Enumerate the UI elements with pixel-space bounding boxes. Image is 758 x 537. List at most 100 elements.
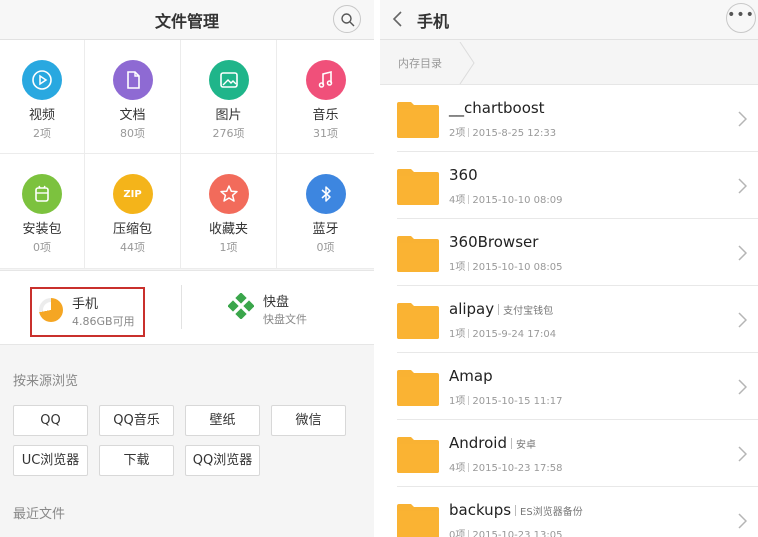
chevron-right-icon <box>738 379 747 395</box>
folder-name-line: 360 <box>449 166 478 184</box>
folder-count: 4项 <box>449 463 466 474</box>
star-icon <box>208 174 249 214</box>
chevron-right-icon <box>738 446 747 462</box>
folder-date: 2015-10-10 08:09 <box>472 195 563 206</box>
storage-pie-icon <box>39 298 63 322</box>
source-qq[interactable]: QQ <box>13 405 88 436</box>
folder-date: 2015-9-24 17:04 <box>472 329 557 340</box>
folder-row[interactable]: backups ES浏览器备份 0项 2015-10-23 13:05 <box>380 487 758 537</box>
folder-name-line: __chartboost <box>449 99 545 117</box>
category-document[interactable]: 文档 80项 <box>85 40 181 154</box>
folder-name: Android <box>449 434 507 452</box>
meta-divider <box>468 262 470 271</box>
meta-divider <box>468 128 470 137</box>
folder-date: 2015-10-23 13:05 <box>472 530 563 537</box>
search-button[interactable] <box>333 5 361 33</box>
folder-name-line: 360Browser <box>449 233 538 251</box>
folder-count: 1项 <box>449 329 466 340</box>
document-icon <box>112 60 153 100</box>
breadcrumb-separator-icon <box>459 42 475 84</box>
phone-storage[interactable]: 手机 4.86GB可用 <box>30 287 145 337</box>
music-icon <box>305 60 346 100</box>
folder-count: 4项 <box>449 195 466 206</box>
folder-row[interactable]: Android 安卓 4项 2015-10-23 17:58 <box>380 420 758 487</box>
chevron-right-icon <box>738 178 747 194</box>
folder-date: 2015-10-23 17:58 <box>472 463 563 474</box>
folder-row[interactable]: 360 4项 2015-10-10 08:09 <box>380 152 758 219</box>
package-icon <box>22 174 62 214</box>
category-package[interactable]: 安装包 0项 <box>0 154 85 269</box>
folder-row[interactable]: alipay 支付宝钱包 1项 2015-9-24 17:04 <box>380 286 758 353</box>
folder-meta: 0项 2015-10-23 13:05 <box>449 526 563 537</box>
play-icon <box>22 60 62 100</box>
folder-name: __chartboost <box>449 99 545 117</box>
category-video[interactable]: 视频 2项 <box>0 40 85 154</box>
folder-name: 360 <box>449 166 478 184</box>
category-label: 文档 <box>119 108 146 123</box>
folder-meta: 1项 2015-9-24 17:04 <box>449 325 556 340</box>
source-qq-music[interactable]: QQ音乐 <box>99 405 174 436</box>
chevron-right-icon <box>738 245 747 261</box>
folder-tag: 支付宝钱包 <box>503 306 554 317</box>
folder-name: alipay <box>449 300 495 318</box>
source-download[interactable]: 下载 <box>99 445 174 476</box>
folder-count: 2项 <box>449 128 466 139</box>
source-wechat[interactable]: 微信 <box>271 405 346 436</box>
meta-divider <box>468 530 470 537</box>
source-uc-browser[interactable]: UC浏览器 <box>13 445 88 476</box>
tag-divider <box>515 505 517 516</box>
category-count: 0项 <box>316 241 335 254</box>
category-grid: 视频 2项 文档 80项 图片 276项 音乐 31项 安装包 0项 ZIP 压… <box>0 40 374 269</box>
folder-icon <box>397 236 439 272</box>
meta-divider <box>468 329 470 338</box>
category-image[interactable]: 图片 276项 <box>181 40 277 154</box>
folder-icon <box>397 504 439 537</box>
back-arrow-icon[interactable] <box>390 9 406 29</box>
meta-divider <box>468 396 470 405</box>
folder-count: 1项 <box>449 262 466 273</box>
chevron-right-icon <box>738 111 747 127</box>
category-music[interactable]: 音乐 31项 <box>277 40 374 154</box>
bluetooth-icon <box>305 174 346 214</box>
folder-tag: ES浏览器备份 <box>520 507 583 518</box>
category-label: 压缩包 <box>112 222 152 237</box>
folder-icon <box>397 437 439 473</box>
folder-row[interactable]: 360Browser 1项 2015-10-10 08:05 <box>380 219 758 286</box>
divider <box>181 285 182 329</box>
category-label: 安装包 <box>22 222 62 237</box>
folder-date: 2015-10-10 08:05 <box>472 262 563 273</box>
folder-meta: 2项 2015-8-25 12:33 <box>449 124 556 139</box>
folder-count: 0项 <box>449 530 466 537</box>
folder-meta: 4项 2015-10-10 08:09 <box>449 191 563 206</box>
category-zip[interactable]: ZIP 压缩包 44项 <box>85 154 181 269</box>
source-wallpaper[interactable]: 壁纸 <box>185 405 260 436</box>
storage-section: 手机 4.86GB可用 快盘 快盘文件 <box>0 270 374 345</box>
source-qq-browser[interactable]: QQ浏览器 <box>185 445 260 476</box>
page-title: 文件管理 <box>154 12 219 31</box>
folder-name-line: Amap <box>449 367 493 385</box>
folder-meta: 1项 2015-10-15 11:17 <box>449 392 563 407</box>
folder-name-line: alipay 支付宝钱包 <box>449 300 553 318</box>
folder-icon <box>397 370 439 406</box>
category-count: 80项 <box>120 127 145 140</box>
folder-row[interactable]: __chartboost 2项 2015-8-25 12:33 <box>380 85 758 152</box>
category-label: 收藏夹 <box>208 222 248 237</box>
category-label: 视频 <box>28 108 55 123</box>
breadcrumb-item[interactable]: 内存目录 <box>398 55 442 71</box>
category-count: 0项 <box>33 241 51 254</box>
folder-meta: 4项 2015-10-23 17:58 <box>449 459 563 474</box>
category-favorites[interactable]: 收藏夹 1项 <box>181 154 277 269</box>
search-icon <box>341 13 355 27</box>
category-label: 图片 <box>215 108 242 123</box>
folder-name: Amap <box>449 367 493 385</box>
more-options-button[interactable]: ••• <box>726 3 756 33</box>
chevron-right-icon <box>738 513 747 529</box>
page-title: 手机 <box>417 12 450 31</box>
category-bluetooth[interactable]: 蓝牙 0项 <box>277 154 374 269</box>
folder-row[interactable]: Amap 1项 2015-10-15 11:17 <box>380 353 758 420</box>
folder-name: 360Browser <box>449 233 539 251</box>
image-icon <box>208 60 249 100</box>
folder-date: 2015-10-15 11:17 <box>472 396 563 407</box>
zip-badge: ZIP <box>123 188 142 200</box>
folder-icon <box>397 169 439 205</box>
